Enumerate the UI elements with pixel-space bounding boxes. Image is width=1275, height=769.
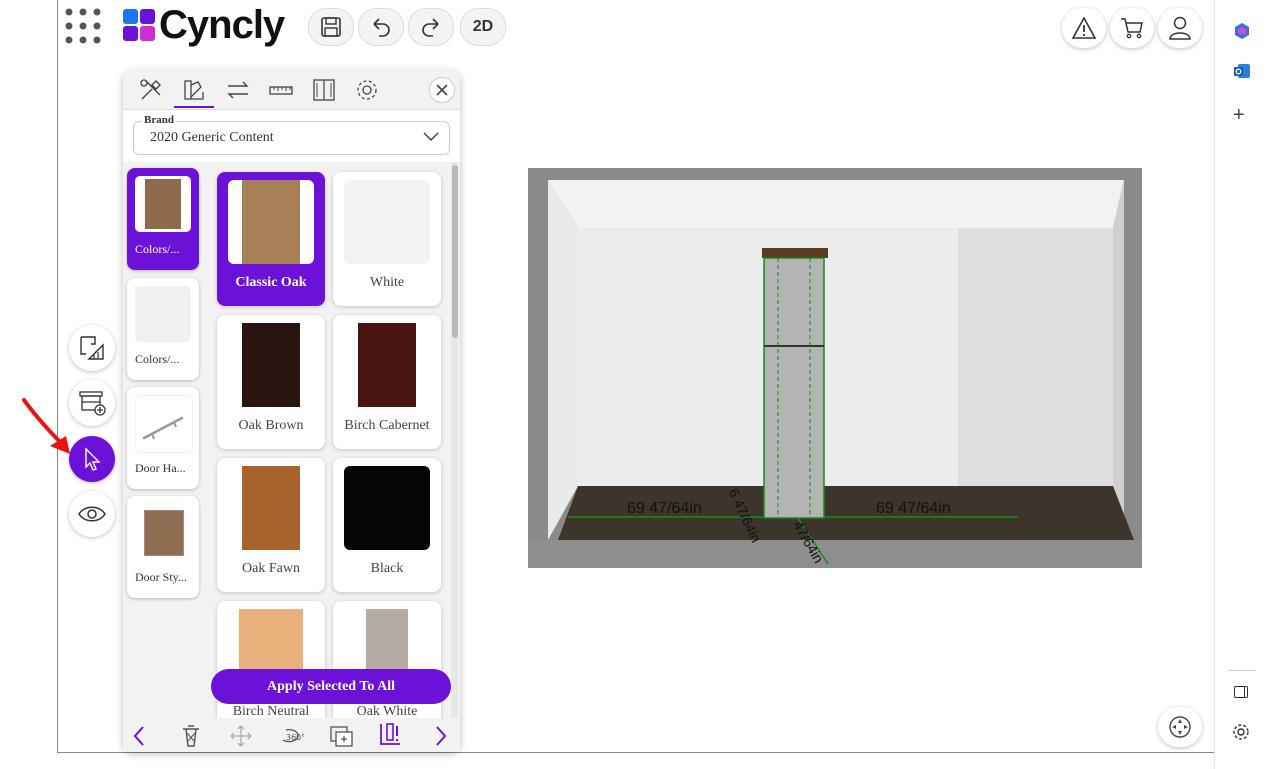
user-button[interactable] [1158, 8, 1202, 48]
category-label: Door Ha... [135, 461, 186, 475]
logo-mark-icon [123, 9, 155, 41]
material-card[interactable]: Oak Brown [217, 315, 325, 449]
category-item[interactable]: Door Ha... [127, 387, 199, 489]
category-label: Door Sty... [135, 570, 187, 584]
door-icon[interactable] [311, 77, 337, 103]
save-button[interactable] [308, 8, 354, 46]
brand-value: 2020 Generic Content [150, 130, 274, 145]
view-eye-icon [78, 506, 106, 522]
room-viewport[interactable]: 69 47/64in 69 47/64in 6 47/64in 47/64in [528, 168, 1142, 568]
material-label: White [369, 275, 405, 290]
brand-select[interactable]: Brand 2020 Generic Content [133, 114, 450, 155]
logo: Cyncly [123, 2, 285, 47]
user-icon [1169, 16, 1191, 40]
navigation-compass-button[interactable] [1158, 707, 1202, 747]
category-item[interactable]: Colors/... [127, 278, 199, 380]
undo-icon [373, 18, 390, 37]
material-scroll-thumb[interactable] [452, 165, 458, 338]
material-card[interactable]: Birch Cabernet [333, 315, 441, 449]
svg-text:360°: 360° [286, 733, 304, 742]
swap-icon[interactable] [225, 77, 251, 103]
cart-icon [1121, 18, 1143, 39]
ruler-icon[interactable] [268, 77, 294, 103]
category-item[interactable]: Colors/... [127, 168, 199, 270]
category-swatch [135, 286, 191, 342]
undo-button[interactable] [358, 8, 404, 46]
tools-icon[interactable] [138, 77, 164, 103]
active-tab-indicator [174, 106, 214, 108]
add-cabinet-icon [79, 391, 106, 416]
save-icon [321, 17, 341, 37]
apply-label: Apply Selected To All [267, 678, 395, 694]
material-swatch [344, 323, 430, 407]
category-label: Colors/... [135, 242, 180, 256]
material-label: Oak White [356, 704, 418, 718]
divider [1228, 670, 1256, 671]
floor-plan-button[interactable] [69, 325, 115, 371]
close-icon [436, 84, 448, 96]
close-panel-button[interactable] [429, 77, 455, 103]
material-grid: Classic Oak White Oak Brown Birch Cabern… [211, 162, 451, 718]
settings-icon[interactable] [1232, 723, 1250, 746]
chevron-down-icon [423, 132, 439, 142]
brand-label: Brand [142, 114, 176, 126]
mode-2d-button[interactable]: 2D [460, 8, 506, 46]
material-label: Oak Fawn [242, 561, 300, 576]
prev-icon[interactable] [131, 724, 147, 748]
dimension-right-label: 69 47/64in [876, 500, 951, 517]
compass-icon [1169, 716, 1191, 738]
material-card[interactable]: Classic Oak [217, 172, 325, 306]
trash-icon[interactable] [180, 724, 202, 748]
select-pointer-icon [85, 447, 101, 471]
align-icon[interactable] [378, 722, 404, 748]
floor-plan-icon [80, 336, 104, 360]
material-label: Oak Brown [238, 418, 304, 433]
dimension-left-label: 69 47/64in [627, 500, 702, 517]
move-icon[interactable] [229, 724, 253, 748]
cart-button[interactable] [1110, 8, 1154, 48]
material-label: Black [370, 561, 404, 576]
rotate-360-icon[interactable]: 360° [278, 724, 304, 748]
materials-icon[interactable] [181, 77, 207, 103]
plus-icon[interactable]: + [1233, 104, 1245, 127]
material-label: Birch Neutral [232, 704, 310, 718]
door-handle-swatch [135, 395, 193, 453]
panel-bottom-toolbar: 360° [123, 718, 460, 752]
settings-icon[interactable] [354, 77, 380, 103]
sidebar-toggle-icon[interactable] [1234, 686, 1248, 698]
browser-sidebar: + [1214, 0, 1275, 769]
room-3d-view [528, 168, 1142, 568]
copilot-icon[interactable] [1233, 22, 1251, 40]
category-swatch [135, 176, 191, 232]
redo-button[interactable] [408, 8, 454, 46]
next-icon[interactable] [433, 724, 449, 748]
logo-text: Cyncly [159, 2, 285, 47]
apply-selected-to-all-button[interactable]: Apply Selected To All [211, 669, 451, 704]
warning-button[interactable] [1062, 8, 1106, 48]
category-swatch [135, 504, 191, 560]
material-label: Birch Cabernet [344, 418, 430, 433]
outlook-icon[interactable] [1233, 62, 1251, 80]
view-eye-button[interactable] [69, 491, 115, 537]
warning-icon [1071, 16, 1097, 39]
material-swatch [344, 180, 430, 264]
panel-tabs [123, 70, 460, 110]
material-swatch [228, 466, 314, 550]
material-card[interactable]: Black [333, 458, 441, 592]
material-card[interactable]: White [333, 172, 441, 306]
material-label: Classic Oak [235, 275, 307, 290]
material-swatch [228, 323, 314, 407]
material-swatch [344, 466, 430, 550]
category-label: Colors/... [135, 352, 180, 366]
grid-menu-icon[interactable] [63, 6, 103, 46]
material-card[interactable]: Oak Fawn [217, 458, 325, 592]
duplicate-icon[interactable] [329, 724, 355, 748]
category-item[interactable]: Door Sty... [127, 496, 199, 598]
material-swatch [228, 180, 314, 264]
redo-icon [422, 18, 439, 37]
annotation-arrow-icon [22, 398, 70, 454]
